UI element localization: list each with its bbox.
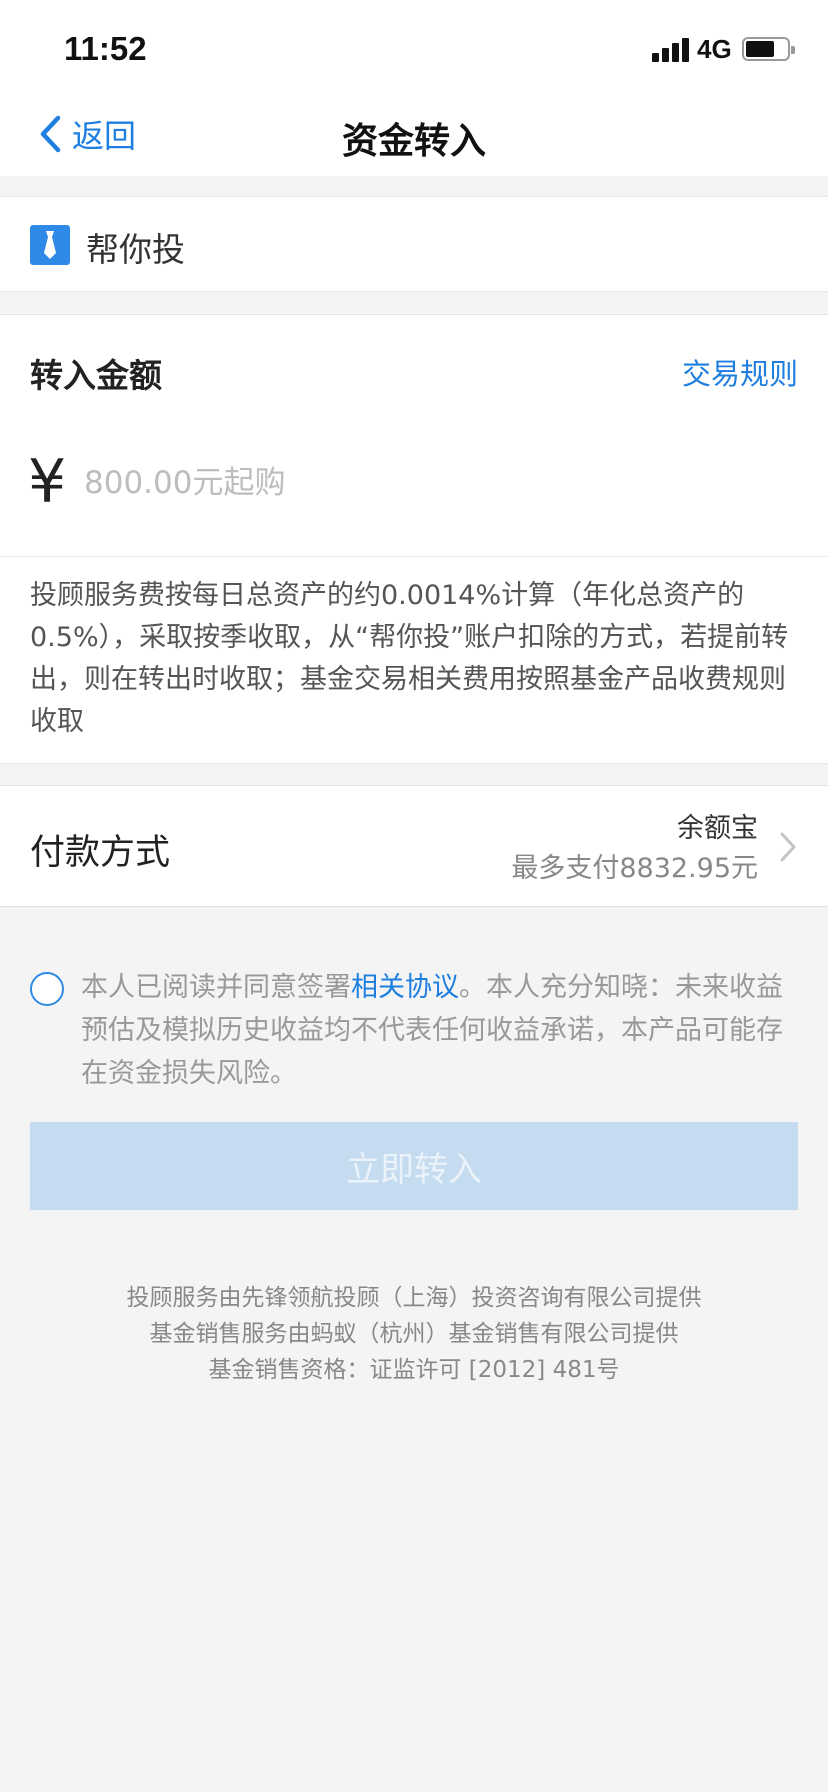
agreement-prefix: 本人已阅读并同意签署 (81, 972, 351, 1003)
chevron-right-icon (780, 832, 796, 862)
payment-method-row[interactable]: 付款方式 余额宝 最多支付8832.95元 (0, 785, 828, 907)
amount-card: 转入金额 交易规则 ¥ 投顾服务费按每日总资产的约0.0014%计算（年化总资产… (0, 314, 828, 764)
status-time: 11:52 (64, 30, 147, 67)
product-card: 帮你投 (0, 196, 828, 292)
network-type: 4G (697, 34, 732, 64)
payment-limit: 最多支付8832.95元 (511, 853, 758, 884)
submit-button[interactable]: 立即转入 (30, 1122, 798, 1210)
agreement-checkbox[interactable] (30, 972, 64, 1006)
footer: 投顾服务由先锋领航投顾（上海）投资咨询有限公司提供 基金销售服务由蚂蚁（杭州）基… (0, 1280, 828, 1388)
fee-note: 投顾服务费按每日总资产的约0.0014%计算（年化总资产的0.5%），采取按季收… (30, 580, 789, 737)
amount-input[interactable] (84, 453, 784, 513)
payment-method-name: 余额宝 (677, 813, 758, 844)
footer-line: 基金销售服务由蚂蚁（杭州）基金销售有限公司提供 (149, 1321, 679, 1347)
product-name: 帮你投 (86, 230, 185, 269)
trading-rules-link[interactable]: 交易规则 (682, 351, 798, 393)
divider (0, 556, 828, 557)
footer-line: 基金销售资格：证监许可 [2012] 481号 (208, 1357, 620, 1383)
status-bar: 11:52 4G (0, 0, 828, 92)
signal-icon (652, 38, 692, 62)
amount-label: 转入金额 (30, 356, 162, 395)
agreement-text: 本人已阅读并同意签署相关协议。本人充分知晓：未来收益预估及模拟历史收益均不代表任… (81, 966, 800, 1095)
agreement-section: 本人已阅读并同意签署相关协议。本人充分知晓：未来收益预估及模拟历史收益均不代表任… (30, 966, 800, 1095)
payment-label: 付款方式 (30, 833, 171, 873)
agreement-link[interactable]: 相关协议 (351, 972, 459, 1003)
yen-icon: ¥ (28, 447, 67, 517)
page-title: 资金转入 (341, 121, 486, 162)
battery-icon (742, 37, 795, 61)
tie-icon (30, 225, 70, 265)
footer-line: 投顾服务由先锋领航投顾（上海）投资咨询有限公司提供 (126, 1285, 702, 1311)
nav-bar: 返回 资金转入 (0, 92, 828, 176)
